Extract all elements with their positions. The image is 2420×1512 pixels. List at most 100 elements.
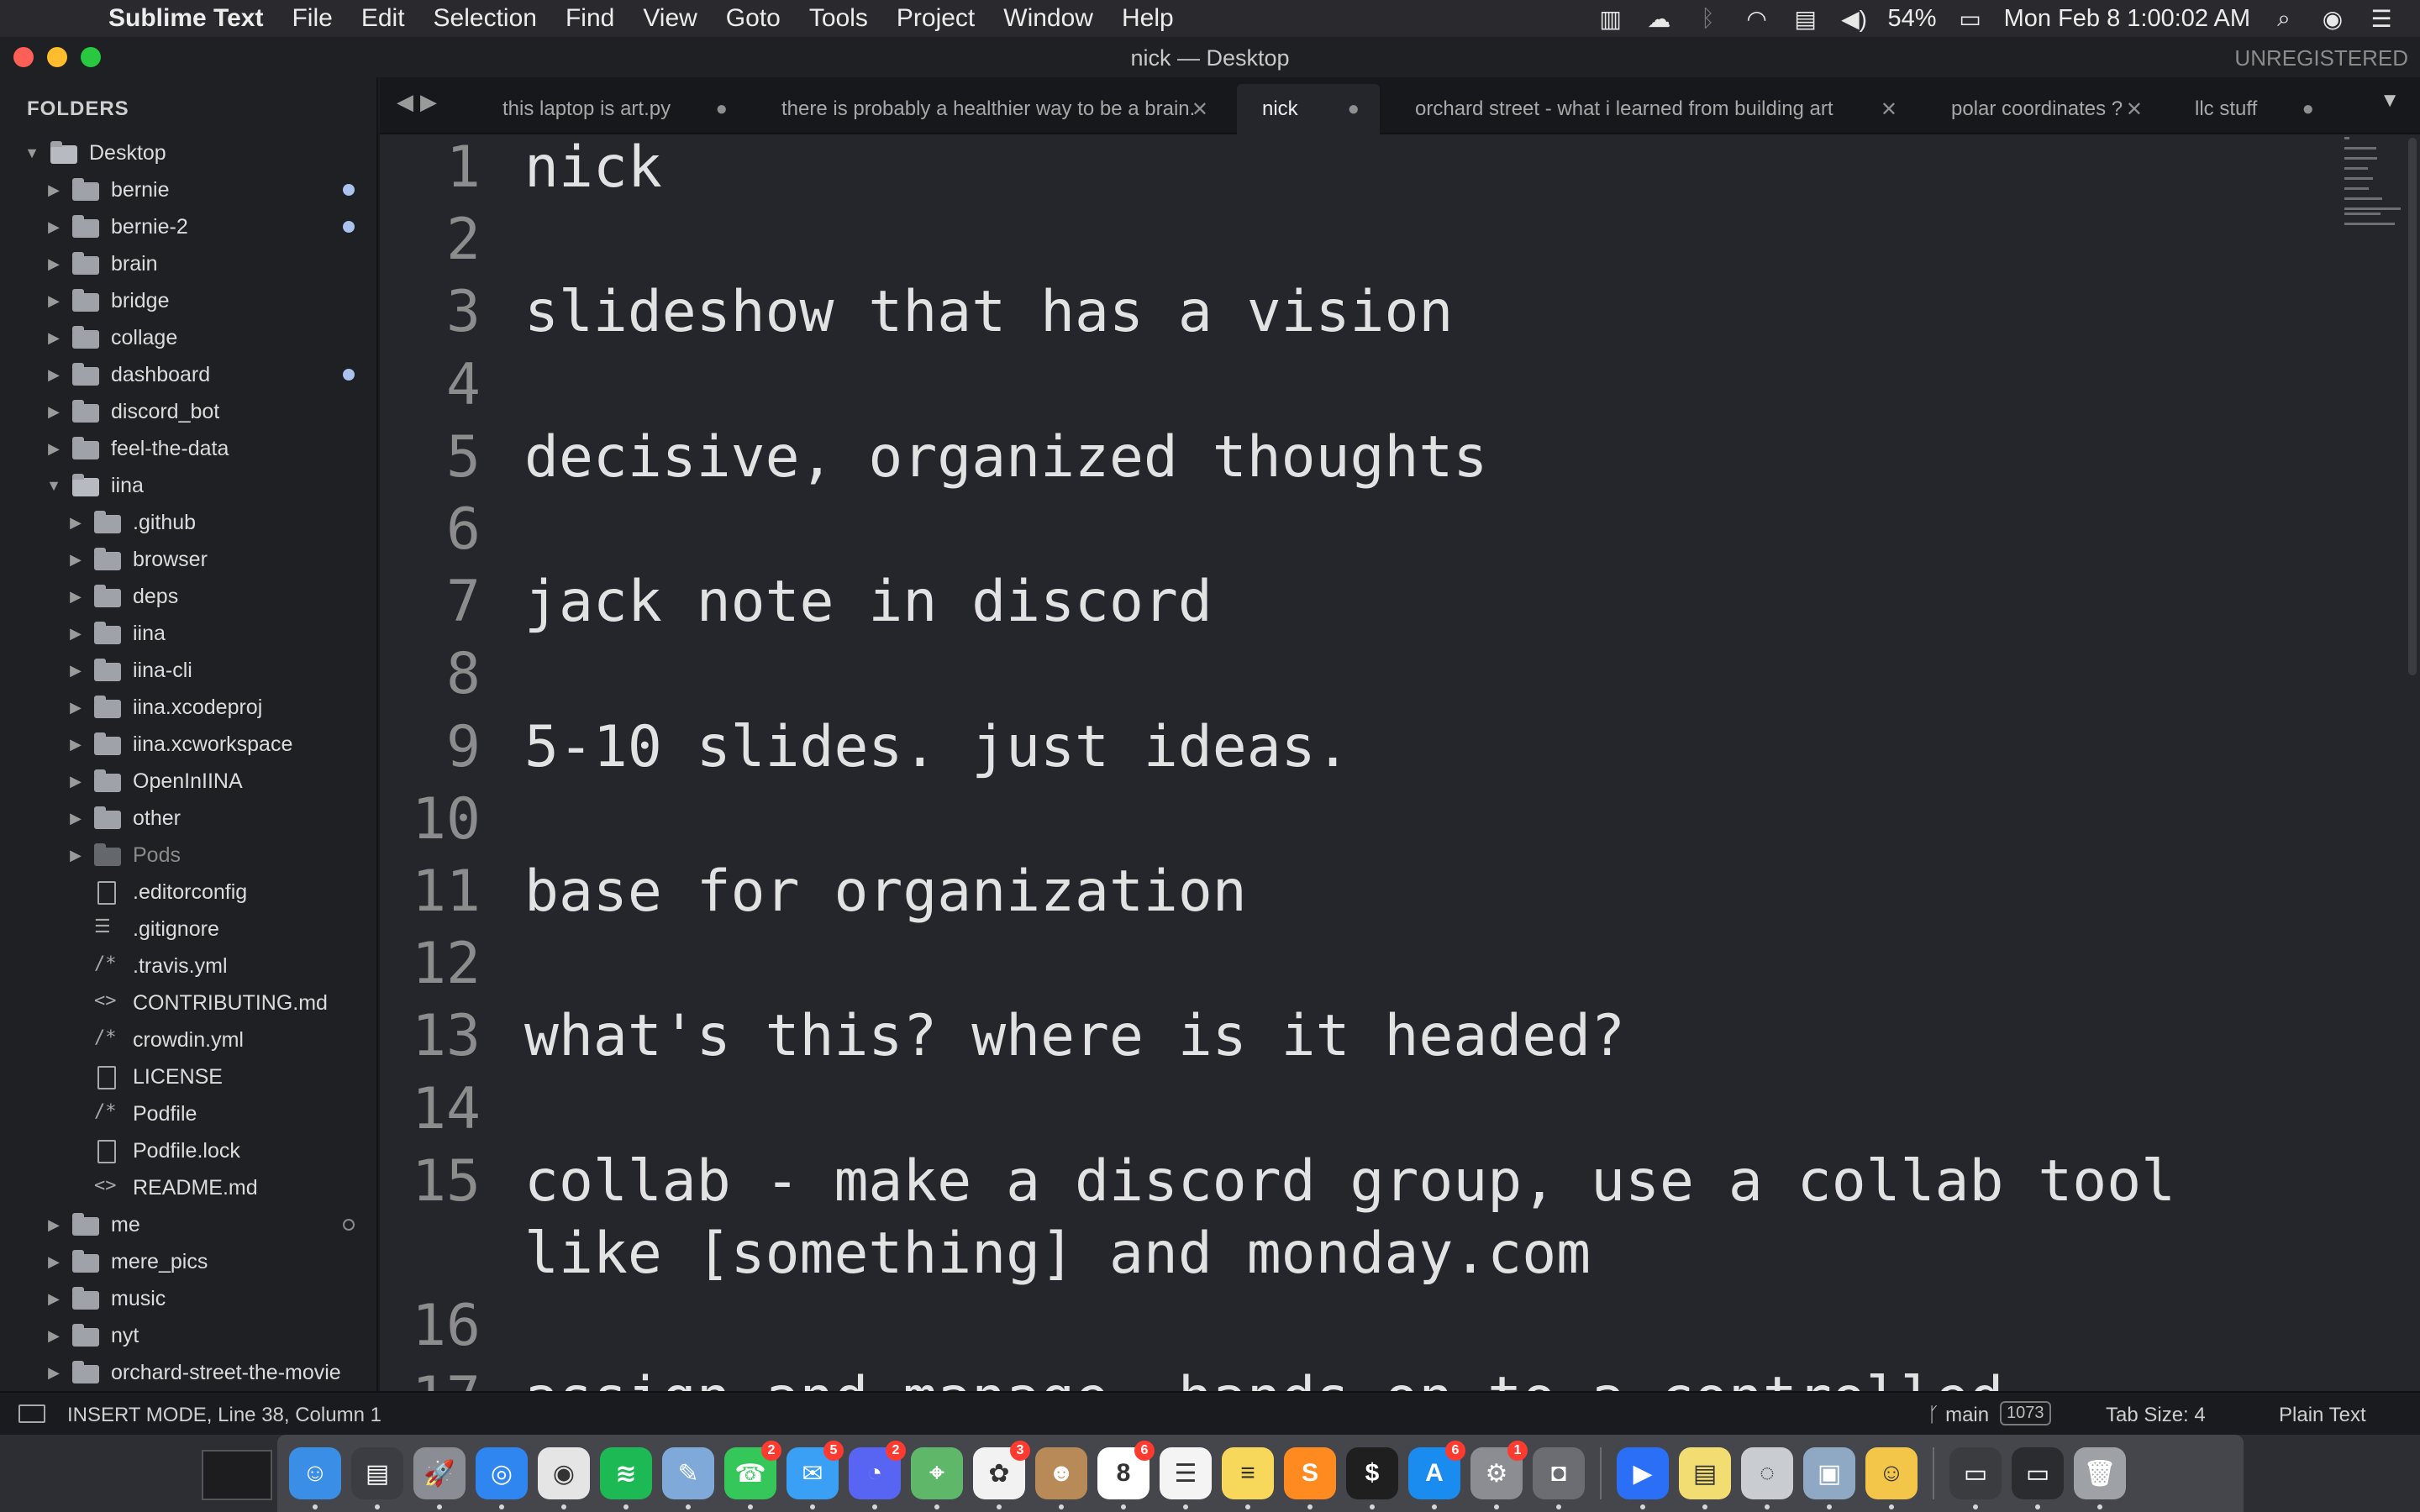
tree-item[interactable]: ▶ orchard-street-the-movie [0,1354,376,1391]
menu-find[interactable]: Find [551,4,629,33]
disclosure-collapsed-icon[interactable]: ▶ [45,329,62,347]
menu-goto[interactable]: Goto [712,4,795,33]
dock-app-system-preferences[interactable]: ⚙ 1 [1470,1441,1528,1509]
tree-item[interactable]: /* .travis.yml [0,948,376,984]
code-line[interactable]: base for organization [524,858,1247,925]
input-flag-icon[interactable]: ▤ [1791,6,1821,32]
dock-app-activity-monitor[interactable]: ▤ [351,1447,403,1509]
window-layout-icon[interactable]: ▥ [1596,6,1626,32]
editor-tab[interactable]: llc stuff ● [2170,84,2334,134]
disclosure-collapsed-icon[interactable]: ▶ [67,588,84,606]
unsaved-dot-icon[interactable]: ● [716,97,729,121]
disclosure-collapsed-icon[interactable]: ▶ [67,847,84,864]
tree-item[interactable]: ▶ music [0,1280,376,1317]
tree-item[interactable]: ▶ iina [0,615,376,652]
dock-app-memoji[interactable]: ☺ [1865,1447,1918,1509]
git-branch[interactable]: ᚴ main [1928,1404,1989,1427]
code-line[interactable]: 5-10 slides. just ideas. [524,714,1350,780]
disclosure-expanded-icon[interactable]: ▼ [24,144,40,162]
dock-app-finder[interactable]: ☺ [289,1447,341,1509]
tab-overflow-chevron-icon[interactable]: ▼ [2380,89,2400,113]
disclosure-collapsed-icon[interactable]: ▶ [45,1253,62,1271]
dock-app-disk-utility[interactable]: ◌ [1741,1447,1793,1509]
disclosure-collapsed-icon[interactable]: ▶ [45,440,62,458]
dock-app-terminal[interactable]: $ [1346,1447,1398,1509]
dock-app-notes[interactable]: ≡ [1222,1447,1274,1509]
disclosure-collapsed-icon[interactable]: ▶ [67,625,84,643]
syntax-selector[interactable]: Plain Text [2279,1404,2366,1427]
tree-item[interactable]: ▶ mere_pics [0,1243,376,1280]
tree-item[interactable]: /* crowdin.yml [0,1021,376,1058]
dock-app-safari[interactable]: ◎ [476,1447,528,1509]
disclosure-collapsed-icon[interactable]: ▶ [45,1216,62,1234]
battery-percent[interactable]: 54% [1888,5,1937,33]
tree-item[interactable]: <> README.md [0,1169,376,1206]
tree-item[interactable]: ▶ Pods [0,837,376,874]
battery-icon[interactable]: ▭ [1955,6,1986,32]
editor-tab[interactable]: polar coordinates ? ✕ [1926,84,2163,134]
tree-item[interactable]: ▶ OpenInIINA [0,763,376,800]
tree-item[interactable]: <> CONTRIBUTING.md [0,984,376,1021]
tree-item[interactable]: ▶ browser [0,541,376,578]
dock-app-spotify[interactable]: ≋ [600,1447,652,1509]
tree-item[interactable]: ▶ bernie [0,171,376,208]
bluetooth-icon[interactable]: ᛒ [1693,5,1723,31]
tree-item[interactable]: ▶ iina.xcodeproj [0,689,376,726]
disclosure-collapsed-icon[interactable]: ▶ [45,292,62,310]
tree-item[interactable]: ▶ other [0,800,376,837]
code-line[interactable]: assign and manage. hands on to a control… [524,1365,2003,1391]
disclosure-collapsed-icon[interactable]: ▶ [45,1290,62,1308]
tree-item[interactable]: ▶ collage [0,319,376,356]
tree-item[interactable]: ▶ feel-the-data [0,430,376,467]
disclosure-collapsed-icon[interactable]: ▶ [45,218,62,236]
unsaved-dot-icon[interactable]: ● [2302,97,2315,121]
dock-app-calendar[interactable]: 86 [1097,1441,1155,1509]
dock-app-sublime-text[interactable]: S [1284,1447,1336,1509]
tree-item[interactable]: ▶ iina-cli [0,652,376,689]
code-line[interactable]: slideshow that has a vision [524,279,1453,345]
code-line[interactable]: jack note in discord [524,569,1213,635]
dock-app-trash[interactable]: 🗑 [2074,1447,2126,1509]
dock-app-messages[interactable]: ✉ 5 [786,1441,844,1509]
disclosure-collapsed-icon[interactable]: ▶ [67,662,84,680]
tree-item[interactable]: ▶ bernie-2 [0,208,376,245]
minimap[interactable] [2344,134,2402,286]
dock-app-preview[interactable]: ✎ [662,1447,714,1509]
tab-size-selector[interactable]: Tab Size: 4 [2106,1404,2206,1427]
disclosure-collapsed-icon[interactable]: ▶ [67,810,84,827]
tree-item[interactable]: .editorconfig [0,874,376,911]
close-tab-icon[interactable]: ✕ [2126,97,2143,122]
tree-item[interactable]: ▶ brain [0,245,376,282]
close-tab-icon[interactable]: ✕ [1881,97,1897,122]
dock-app-stickies[interactable]: ▤ [1679,1447,1731,1509]
wifi-icon[interactable]: ◠ [1742,6,1772,32]
editor-tab[interactable]: orchard street - what i learned from bui… [1390,84,1918,134]
menu-edit[interactable]: Edit [347,4,419,33]
disclosure-expanded-icon[interactable]: ▼ [45,477,62,495]
tree-item[interactable]: /* Podfile [0,1095,376,1132]
code-line[interactable]: collab - make a discord group, use a col… [524,1148,2175,1215]
dock-app-contacts[interactable]: ☻ [1035,1447,1087,1509]
cloud-icon[interactable]: ☁ [1644,6,1675,32]
disclosure-collapsed-icon[interactable]: ▶ [45,366,62,384]
menu-window[interactable]: Window [989,4,1107,33]
editor-tab[interactable]: this laptop is art.py ● [477,84,748,134]
unsaved-dot-icon[interactable]: ● [1348,97,1360,121]
toggle-panel-icon[interactable] [18,1404,45,1423]
code-line[interactable]: what's this? where is it headed? [524,1003,1625,1069]
dock-app-window-2[interactable]: ▭ [2012,1447,2064,1509]
tree-item[interactable]: ▶ .github [0,504,376,541]
tree-item[interactable]: ▶ bridge [0,282,376,319]
dock-app-window-1[interactable]: ▭ [1949,1447,2002,1509]
disclosure-collapsed-icon[interactable]: ▶ [67,551,84,569]
editor-tab[interactable]: there is probably a healthier way to be … [756,84,1228,134]
dock-app-chrome[interactable]: ◉ [538,1447,590,1509]
spotlight-search-icon[interactable]: ⌕ [2269,5,2299,31]
dock-app-reminders[interactable]: ☰ [1160,1447,1212,1509]
code-line[interactable]: like [something] and monday.com [524,1221,1591,1287]
code-line[interactable]: decisive, organized thoughts [524,424,1487,491]
dock-app-discord[interactable]: ◔ 2 [849,1441,906,1509]
menu-help[interactable]: Help [1107,4,1188,33]
dock-app-image-capture[interactable]: ▣ [1803,1447,1855,1509]
tree-item[interactable]: ☰ .gitignore [0,911,376,948]
